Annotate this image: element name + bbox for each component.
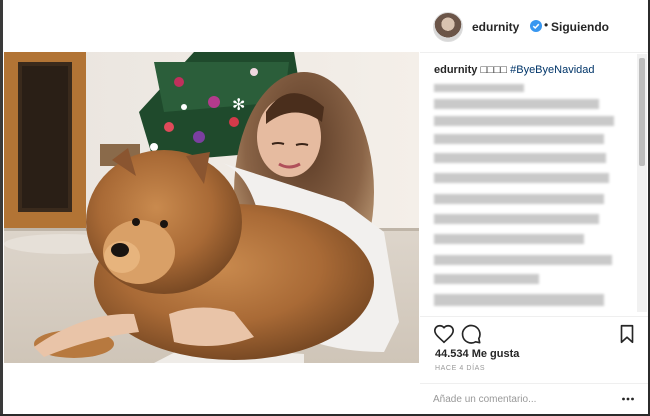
caption: edurnity □□□□ #ByeByeNavidad bbox=[434, 64, 595, 76]
blurred-comment-line bbox=[434, 294, 604, 306]
caption-emoji: □□□□ bbox=[480, 64, 508, 76]
blurred-comment-line bbox=[434, 255, 612, 265]
blurred-comment-line bbox=[434, 134, 604, 144]
blurred-comment-line bbox=[434, 214, 599, 224]
blurred-comment-line bbox=[434, 153, 606, 163]
blurred-comment-line bbox=[434, 99, 599, 109]
author-avatar[interactable] bbox=[433, 12, 463, 42]
blurred-comment-line bbox=[434, 84, 524, 92]
blurred-comment-line bbox=[434, 274, 539, 284]
caption-comments-area[interactable]: edurnity □□□□ #ByeByeNavidad bbox=[420, 52, 648, 316]
window-frame-left bbox=[0, 0, 3, 416]
more-options-icon[interactable] bbox=[621, 393, 635, 405]
bookmark-icon[interactable] bbox=[616, 323, 638, 345]
follow-status-button[interactable]: Siguiendo bbox=[551, 20, 609, 34]
caption-username[interactable]: edurnity bbox=[434, 64, 477, 76]
blurred-comment-line bbox=[434, 173, 609, 183]
verified-badge-icon bbox=[530, 20, 542, 32]
post-photo[interactable]: ✻ bbox=[4, 52, 419, 363]
comments-scrollbar-thumb[interactable] bbox=[639, 58, 645, 166]
add-comment-bar bbox=[420, 383, 648, 415]
blurred-comment-line bbox=[434, 194, 604, 204]
separator-dot: • bbox=[544, 18, 549, 32]
likes-count[interactable]: 44.534 Me gusta bbox=[435, 348, 519, 360]
author-username[interactable]: edurnity bbox=[472, 20, 519, 34]
blurred-comment-line bbox=[434, 234, 584, 244]
post-photo-illustration: ✻ bbox=[4, 52, 419, 363]
heart-icon[interactable] bbox=[433, 323, 455, 345]
blurred-comment-line bbox=[434, 116, 614, 126]
post-header: edurnity • Siguiendo bbox=[420, 0, 648, 53]
caption-hashtag[interactable]: #ByeByeNavidad bbox=[510, 64, 594, 76]
comment-input[interactable] bbox=[433, 390, 608, 408]
post-timestamp[interactable]: HACE 4 DÍAS bbox=[435, 365, 485, 372]
svg-text:✻: ✻ bbox=[232, 95, 245, 114]
comment-bubble-icon[interactable] bbox=[460, 323, 482, 345]
